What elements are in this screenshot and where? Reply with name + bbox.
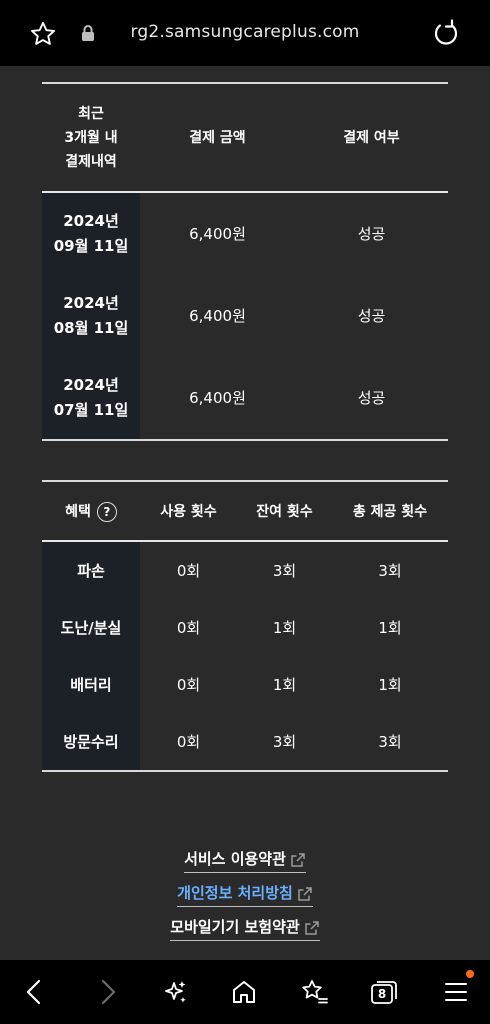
home-icon[interactable] [229,977,259,1007]
footer-links: 서비스 이용약관 개인정보 처리방침 모바일기기 보험약관 [0,848,490,950]
header-used-count: 사용 횟수 [140,481,237,542]
benefit-remaining: 3회 [272,562,297,580]
payment-status: 성공 [357,388,386,407]
sparkle-icon[interactable] [160,977,190,1007]
external-link-icon [304,920,319,935]
benefit-remaining: 3회 [272,733,297,751]
header-recent-payments: 최근 3개월 내 결제내역 [42,83,140,193]
page-content: 최근 3개월 내 결제내역 결제 금액 결제 여부 2024년 09월 11일 … [0,66,490,960]
payment-date: 2024년 09월 11일 [42,192,140,275]
back-arrow-icon[interactable] [20,977,50,1007]
benefit-used: 0회 [176,676,201,694]
table-row: 2024년 08월 11일 6,400원 성공 [42,275,448,357]
privacy-policy-link[interactable]: 개인정보 처리방침 [177,882,313,907]
benefit-name: 방문수리 [42,713,140,771]
benefit-name: 도난/분실 [42,599,140,656]
payment-status: 성공 [357,306,386,325]
benefit-used: 0회 [176,619,201,637]
benefit-name: 파손 [42,541,140,599]
address-bar-url[interactable]: rg2.samsungcareplus.com [0,22,490,42]
header-payment-status: 결제 여부 [295,83,448,193]
table-row: 2024년 09월 11일 6,400원 성공 [42,192,448,275]
tabs-icon[interactable]: 8 [369,977,399,1007]
benefit-remaining: 1회 [272,676,297,694]
benefit-total: 3회 [378,562,402,580]
table-header-row: 최근 3개월 내 결제내역 결제 금액 결제 여부 [42,83,448,193]
notification-dot [466,970,474,978]
header-benefit: 혜택? [42,481,140,542]
table-row: 배터리 0회 1회 1회 [42,656,448,713]
link-label: 모바일기기 보험약관 [170,918,300,936]
payment-amount: 6,400원 [189,388,246,407]
table-row: 방문수리 0회 3회 3회 [42,713,448,771]
table-header-row: 혜택? 사용 횟수 잔여 횟수 총 제공 횟수 [42,481,448,542]
payment-status: 성공 [357,224,386,243]
benefits-table: 혜택? 사용 횟수 잔여 횟수 총 제공 횟수 파손 0회 3회 3회 도난/분… [42,480,448,772]
link-label: 서비스 이용약관 [184,850,286,868]
payment-date: 2024년 08월 11일 [42,275,140,357]
benefit-name: 배터리 [42,656,140,713]
table-row: 2024년 07월 11일 6,400원 성공 [42,357,448,440]
terms-of-service-link[interactable]: 서비스 이용약관 [184,848,306,873]
help-icon[interactable]: ? [96,501,117,522]
browser-bottom-bar: 8 [0,960,490,1024]
payment-amount: 6,400원 [189,306,246,325]
bookmarks-icon[interactable] [299,977,329,1007]
benefit-remaining: 1회 [272,619,297,637]
payment-history-table: 최근 3개월 내 결제내역 결제 금액 결제 여부 2024년 09월 11일 … [42,82,448,441]
benefit-used: 0회 [176,733,201,751]
table-row: 도난/분실 0회 1회 1회 [42,599,448,656]
header-total-count: 총 제공 횟수 [332,481,448,542]
benefit-total: 3회 [378,733,402,751]
tab-count: 8 [377,987,387,1001]
browser-top-bar: rg2.samsungcareplus.com [0,0,490,66]
external-link-icon [298,886,312,901]
benefit-used: 0회 [176,562,201,580]
reload-icon[interactable] [431,18,461,48]
benefit-header-label: 혜택 [65,503,91,520]
insurance-terms-link[interactable]: 모바일기기 보험약관 [170,916,320,941]
header-remaining-count: 잔여 횟수 [237,481,332,542]
menu-icon[interactable] [441,977,471,1007]
external-link-icon [291,852,305,867]
payment-amount: 6,400원 [189,224,246,243]
header-payment-amount: 결제 금액 [140,83,295,193]
forward-arrow-icon[interactable] [92,977,122,1007]
benefit-total: 1회 [378,619,402,637]
link-label: 개인정보 처리방침 [177,884,293,902]
table-row: 파손 0회 3회 3회 [42,541,448,599]
benefit-total: 1회 [378,676,402,694]
payment-date: 2024년 07월 11일 [42,357,140,440]
